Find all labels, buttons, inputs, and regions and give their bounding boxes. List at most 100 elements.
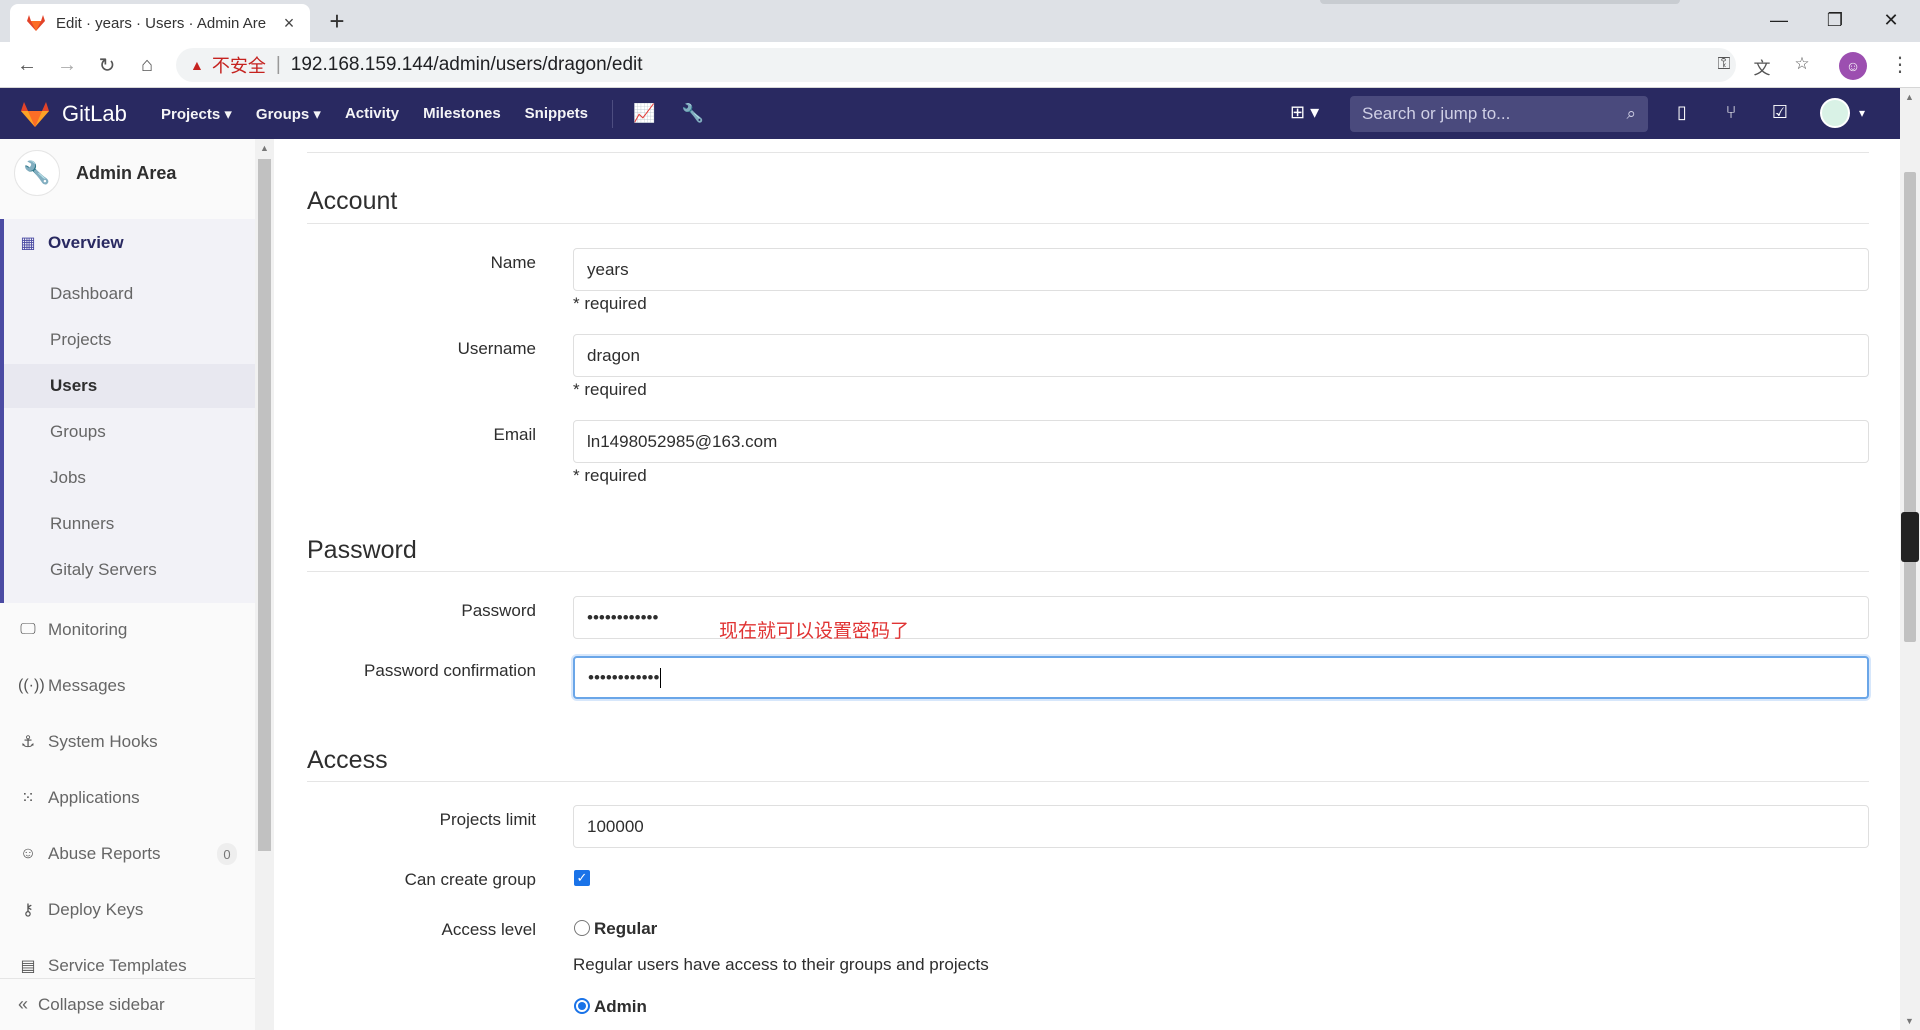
- new-tab-button[interactable]: +: [322, 8, 352, 34]
- username-label: Username: [457, 339, 536, 358]
- user-avatar[interactable]: [1820, 98, 1850, 128]
- regular-radio[interactable]: [574, 920, 590, 936]
- forward-icon[interactable]: →: [52, 50, 82, 80]
- sidebar-item-label: Monitoring: [48, 620, 128, 639]
- password-section-title: Password: [307, 536, 417, 564]
- main-nav: Projects ▾ Groups ▾ Activity Milestones …: [161, 88, 730, 139]
- key-icon: ⚷: [22, 902, 34, 919]
- warning-icon: ▲: [190, 57, 204, 73]
- sidebar-item-projects[interactable]: Projects: [4, 318, 255, 362]
- sidebar-header[interactable]: 🔧 Admin Area: [0, 139, 255, 207]
- restore-icon[interactable]: ❐: [1807, 0, 1863, 40]
- browser-tab[interactable]: Edit · years · Users · Admin Are ×: [10, 4, 310, 42]
- regular-radio-label[interactable]: Regular: [594, 919, 657, 939]
- sidebar-item-jobs[interactable]: Jobs: [4, 456, 255, 500]
- collapse-label: Collapse sidebar: [38, 994, 165, 1014]
- apps-grid-icon: ⁙: [21, 790, 35, 807]
- access-section-title: Access: [307, 746, 388, 774]
- sidebar-item-monitoring[interactable]: 🖵 Monitoring: [0, 608, 255, 652]
- sidebar-item-overview[interactable]: ▦ Overview: [0, 221, 255, 265]
- account-section-title: Account: [307, 187, 398, 215]
- nav-activity[interactable]: Activity: [345, 105, 399, 122]
- sidebar-item-abuse-reports[interactable]: ☺ Abuse Reports 0: [0, 832, 255, 876]
- hook-icon: ⚓: [20, 734, 36, 751]
- name-required-hint: * required: [573, 294, 647, 313]
- username-field[interactable]: dragon: [573, 334, 1869, 377]
- sidebar-item-gitaly-servers[interactable]: Gitaly Servers: [4, 548, 255, 592]
- projects-limit-field[interactable]: 100000: [573, 805, 1869, 848]
- admin-wrench-icon: 🔧: [14, 150, 60, 196]
- double-chevron-left-icon: «: [18, 994, 29, 1014]
- password-value: ••••••••••••: [587, 607, 659, 627]
- email-label: Email: [493, 425, 536, 444]
- monitor-icon: 🖵: [20, 621, 36, 638]
- todos-icon[interactable]: ☑: [1768, 102, 1792, 123]
- gitlab-brand[interactable]: GitLab: [62, 101, 127, 127]
- sidebar-item-system-hooks[interactable]: ⚓ System Hooks: [0, 720, 255, 764]
- annotation-text: 现在就可以设置密码了: [719, 621, 910, 642]
- admin-radio-label[interactable]: Admin: [594, 997, 647, 1017]
- email-required-hint: * required: [573, 466, 647, 485]
- chevron-down-icon[interactable]: ▾: [1850, 106, 1874, 120]
- username-required-hint: * required: [573, 380, 647, 399]
- sidebar-item-messages[interactable]: ((·)) Messages: [0, 664, 255, 708]
- sidebar-scrollbar-thumb[interactable]: [258, 159, 271, 851]
- wrench-icon[interactable]: 🔧: [681, 103, 703, 124]
- nav-milestones[interactable]: Milestones: [423, 105, 501, 122]
- projects-limit-value: 100000: [587, 816, 644, 836]
- password-confirmation-field[interactable]: ••••••••••••: [573, 656, 1869, 699]
- scroll-up-icon[interactable]: ▲: [1905, 92, 1914, 102]
- sidebar-item-applications[interactable]: ⁙ Applications: [0, 776, 255, 820]
- nav-snippets[interactable]: Snippets: [525, 105, 588, 122]
- minimize-icon[interactable]: —: [1751, 0, 1807, 40]
- back-icon[interactable]: ←: [12, 50, 42, 80]
- new-dropdown-icon[interactable]: ⊞ ▾: [1290, 102, 1319, 123]
- drag-area: [1320, 0, 1680, 4]
- gitlab-logo-icon[interactable]: [20, 100, 50, 128]
- sidebar-item-groups[interactable]: Groups: [4, 410, 255, 454]
- admin-radio[interactable]: [574, 998, 590, 1014]
- username-value: dragon: [587, 345, 640, 365]
- page-scrollbar-thumb[interactable]: [1904, 172, 1916, 642]
- key-icon[interactable]: ⚿: [1712, 54, 1736, 76]
- translate-icon[interactable]: 文: [1750, 54, 1774, 78]
- url-separator: |: [275, 54, 281, 75]
- sidebar-scroll-up-icon[interactable]: ▲: [260, 143, 269, 153]
- merge-requests-icon[interactable]: ⑂: [1719, 102, 1743, 123]
- sidebar-scrollbar[interactable]: ▲: [255, 139, 274, 1030]
- password-divider: [307, 571, 1869, 572]
- sidebar-item-label: Messages: [48, 676, 126, 695]
- access-level-label: Access level: [441, 920, 536, 939]
- email-field[interactable]: ln1498052985@163.com: [573, 420, 1869, 463]
- sidebar-item-deploy-keys[interactable]: ⚷ Deploy Keys: [0, 888, 255, 932]
- can-create-group-label: Can create group: [404, 870, 536, 889]
- top-divider: [307, 152, 1869, 153]
- collapse-sidebar-button[interactable]: « Collapse sidebar: [0, 978, 255, 1030]
- nav-groups[interactable]: Groups ▾: [256, 105, 321, 123]
- home-icon[interactable]: ⌂: [132, 50, 162, 80]
- nav-projects[interactable]: Projects ▾: [161, 105, 232, 123]
- url-bar[interactable]: ▲ 不安全 | 192.168.159.144/admin/users/drag…: [176, 48, 1736, 82]
- bookmark-star-icon[interactable]: ☆: [1790, 54, 1814, 76]
- text-caret: [660, 667, 662, 688]
- admin-sidebar: 🔧 Admin Area ▦ Overview Dashboard Projec…: [0, 139, 274, 1030]
- sidebar-item-users[interactable]: Users: [4, 364, 255, 408]
- sidebar-item-runners[interactable]: Runners: [4, 502, 255, 546]
- access-divider: [307, 781, 1869, 782]
- can-create-group-checkbox[interactable]: ✓: [574, 870, 590, 886]
- name-field[interactable]: years: [573, 248, 1869, 291]
- sidebar-item-label: Applications: [48, 788, 140, 807]
- browser-menu-icon[interactable]: ⋮: [1890, 52, 1910, 77]
- profile-avatar-icon[interactable]: ☺: [1839, 52, 1867, 80]
- search-input[interactable]: Search or jump to... ⌕: [1350, 96, 1648, 132]
- close-window-icon[interactable]: ✕: [1863, 0, 1919, 40]
- sidebar-item-dashboard[interactable]: Dashboard: [4, 272, 255, 316]
- address-bar-row: ← → ↻ ⌂ ▲ 不安全 | 192.168.159.144/admin/us…: [0, 42, 1920, 88]
- issues-icon[interactable]: ▯: [1670, 102, 1694, 123]
- tab-close-icon[interactable]: ×: [278, 13, 300, 34]
- page-scrollbar[interactable]: ▲ ▼: [1900, 88, 1920, 1030]
- scroll-down-icon[interactable]: ▼: [1905, 1016, 1914, 1026]
- reload-icon[interactable]: ↻: [92, 50, 122, 80]
- regular-description: Regular users have access to their group…: [573, 955, 989, 974]
- chart-icon[interactable]: 📈: [633, 103, 655, 124]
